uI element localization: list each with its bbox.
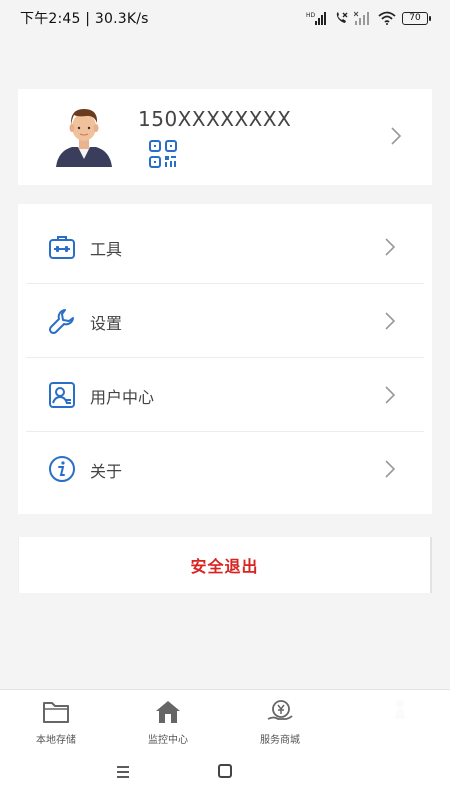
tab-monitor-center[interactable]: 监控中心 [112, 690, 224, 748]
hd-signal-icon: HD [306, 12, 326, 25]
folder-icon [43, 702, 69, 723]
chevron-right-icon [385, 386, 396, 404]
menu-item-tools[interactable]: 工具 [18, 210, 432, 284]
system-nav-bar [0, 747, 450, 800]
user-card-icon [49, 382, 75, 408]
qr-code-icon[interactable] [149, 140, 177, 168]
wrench-icon [48, 309, 74, 335]
menu-item-label: 设置 [90, 314, 123, 333]
chevron-right-icon [385, 238, 396, 256]
chevron-right-icon [391, 127, 402, 145]
profile-card[interactable]: 150XXXXXXXX [18, 89, 432, 185]
logout-button[interactable]: 安全退出 [18, 537, 432, 593]
avatar-icon [56, 109, 112, 167]
menu-item-user-center[interactable]: 用户中心 [18, 358, 432, 432]
call-forward-icon [336, 12, 348, 23]
tab-label: 监控中心 [148, 735, 188, 746]
fade-overlay [310, 690, 450, 748]
info-icon [49, 456, 75, 482]
menu-card: 工具 设置 用户中心 关于 [18, 204, 432, 514]
battery-indicator: 70 [402, 11, 431, 25]
chevron-right-icon [385, 312, 396, 330]
menu-item-about[interactable]: 关于 [18, 432, 432, 506]
tab-label: 本地存储 [36, 735, 76, 746]
signal-weak-icon [354, 11, 369, 25]
svg-text:HD: HD [306, 12, 316, 19]
tab-local-storage[interactable]: 本地存储 [0, 690, 112, 748]
status-time-speed: 下午2:45 | 30.3K/s [20, 11, 149, 27]
home-button[interactable] [218, 764, 232, 778]
status-bar: 下午2:45 | 30.3K/s HD 70 [0, 0, 450, 36]
logout-label: 安全退出 [190, 557, 259, 576]
menu-item-label: 关于 [90, 462, 123, 481]
chevron-right-icon [385, 460, 396, 478]
status-icons: HD 70 [306, 11, 431, 25]
wifi-icon [378, 11, 396, 25]
home-icon [156, 701, 180, 723]
menu-item-label: 工具 [90, 240, 123, 259]
toolbox-icon [49, 236, 75, 259]
phone-number: 150XXXXXXXX [138, 107, 292, 131]
menu-icon[interactable] [115, 765, 131, 779]
menu-item-label: 用户中心 [90, 388, 155, 407]
menu-item-settings[interactable]: 设置 [18, 284, 432, 358]
bottom-nav: 本地存储 监控中心 服务商城 [0, 689, 450, 748]
yuan-hand-icon [267, 700, 293, 720]
